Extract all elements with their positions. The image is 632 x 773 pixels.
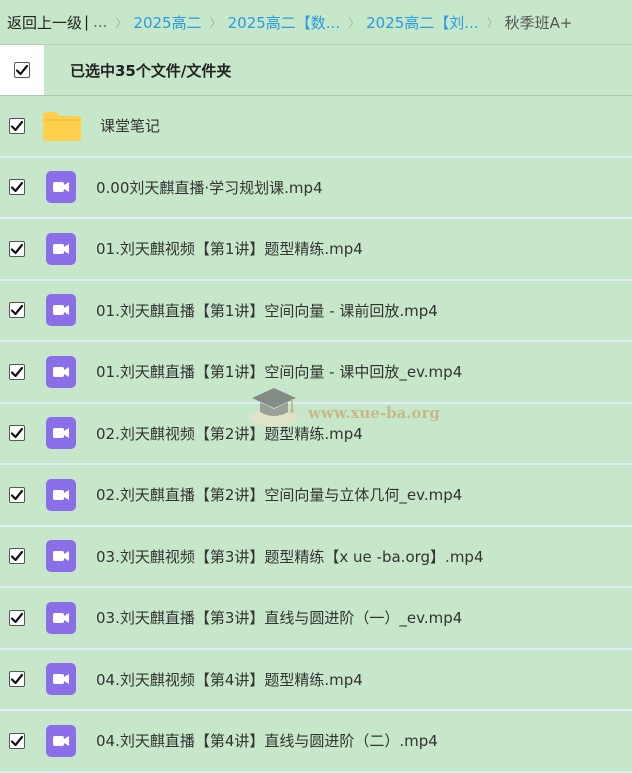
video-file-icon: [45, 601, 77, 634]
breadcrumb-item-2[interactable]: 2025高二【数...: [228, 12, 340, 33]
file-name[interactable]: 01.刘天麒视频【第1讲】题型精练.mp4: [96, 238, 363, 259]
file-list: 课堂笔记 0.00刘天麒直播·学习规划课.mp4 01.刘天麒视频【第1讲】题型精练…: [0, 96, 632, 773]
breadcrumb-separator: |: [84, 13, 90, 31]
breadcrumb: 返回上一级 | ... 〉 2025高二 〉 2025高二【数... 〉 202…: [0, 0, 632, 45]
file-name[interactable]: 课堂笔记: [100, 115, 160, 136]
checkmark-icon: [10, 305, 24, 316]
file-checkbox[interactable]: [9, 732, 25, 749]
breadcrumb-item-3[interactable]: 2025高二【刘...: [366, 12, 478, 33]
file-row[interactable]: 03.刘天麒视频【第3讲】题型精练【x ue -ba.org】.mp4: [0, 527, 632, 588]
file-name[interactable]: 03.刘天麒直播【第3讲】直线与圆进阶（一）_ev.mp4: [96, 607, 462, 628]
folder-icon: [43, 110, 81, 142]
video-file-icon: [45, 724, 77, 757]
back-link[interactable]: 返回上一级: [7, 12, 82, 33]
selection-count: 已选中35个文件/文件夹: [70, 61, 232, 80]
file-row[interactable]: 0.00刘天麒直播·学习规划课.mp4: [0, 158, 632, 219]
file-name[interactable]: 0.00刘天麒直播·学习规划课.mp4: [96, 177, 323, 198]
checkmark-icon: [10, 182, 24, 193]
file-checkbox[interactable]: [9, 363, 25, 380]
select-all-area: [0, 45, 44, 95]
breadcrumb-current: 秋季班A+: [504, 13, 573, 32]
checkmark-icon: [10, 243, 24, 254]
file-row[interactable]: 02.刘天麒视频【第2讲】题型精练.mp4: [0, 404, 632, 465]
file-checkbox[interactable]: [9, 117, 25, 134]
video-file-icon: [45, 355, 77, 388]
file-name[interactable]: 01.刘天麒直播【第1讲】空间向量 - 课前回放.mp4: [96, 300, 438, 321]
checkmark-icon: [10, 735, 24, 746]
file-name[interactable]: 02.刘天麒直播【第2讲】空间向量与立体几何_ev.mp4: [96, 484, 462, 505]
file-checkbox[interactable]: [9, 425, 25, 442]
file-name[interactable]: 03.刘天麒视频【第3讲】题型精练【x ue -ba.org】.mp4: [96, 546, 484, 567]
file-row[interactable]: 课堂笔记: [0, 96, 632, 158]
file-row[interactable]: 04.刘天麒直播【第4讲】直线与圆进阶（二）.mp4: [0, 711, 632, 773]
video-file-icon: [45, 663, 77, 696]
video-file-icon: [45, 417, 77, 450]
chevron-right-icon: 〉: [486, 15, 499, 30]
file-row[interactable]: 03.刘天麒直播【第3讲】直线与圆进阶（一）_ev.mp4: [0, 588, 632, 650]
file-name[interactable]: 04.刘天麒视频【第4讲】题型精练.mp4: [96, 669, 363, 690]
chevron-right-icon: 〉: [115, 15, 128, 30]
video-file-icon: [45, 478, 77, 511]
video-file-icon: [45, 540, 77, 573]
file-checkbox[interactable]: [9, 609, 25, 626]
video-file-icon: [45, 171, 77, 204]
checkmark-icon: [10, 551, 24, 562]
file-name[interactable]: 01.刘天麒直播【第1讲】空间向量 - 课中回放_ev.mp4: [96, 361, 462, 382]
file-row[interactable]: 02.刘天麒直播【第2讲】空间向量与立体几何_ev.mp4: [0, 465, 632, 527]
file-name[interactable]: 02.刘天麒视频【第2讲】题型精练.mp4: [96, 423, 363, 444]
file-row[interactable]: 01.刘天麒直播【第1讲】空间向量 - 课前回放.mp4: [0, 281, 632, 342]
file-checkbox[interactable]: [9, 671, 25, 688]
breadcrumb-item-1[interactable]: 2025高二: [133, 12, 201, 33]
file-row[interactable]: 01.刘天麒视频【第1讲】题型精练.mp4: [0, 219, 632, 281]
file-name[interactable]: 04.刘天麒直播【第4讲】直线与圆进阶（二）.mp4: [96, 730, 438, 751]
checkmark-icon: [10, 120, 24, 131]
file-checkbox[interactable]: [9, 486, 25, 503]
checkmark-icon: [10, 674, 24, 685]
checkmark-icon: [10, 612, 24, 623]
checkmark-icon: [15, 64, 29, 76]
selection-bar: 已选中35个文件/文件夹: [0, 45, 632, 96]
breadcrumb-ellipsis[interactable]: ...: [93, 13, 107, 31]
file-checkbox[interactable]: [9, 240, 25, 257]
checkmark-icon: [10, 428, 24, 439]
file-checkbox[interactable]: [9, 179, 25, 196]
chevron-right-icon: 〉: [348, 15, 361, 30]
file-row[interactable]: 04.刘天麒视频【第4讲】题型精练.mp4: [0, 650, 632, 711]
file-row[interactable]: 01.刘天麒直播【第1讲】空间向量 - 课中回放_ev.mp4: [0, 342, 632, 404]
file-checkbox[interactable]: [9, 548, 25, 565]
video-file-icon: [45, 232, 77, 265]
chevron-right-icon: 〉: [209, 15, 222, 30]
checkmark-icon: [10, 366, 24, 377]
file-checkbox[interactable]: [9, 302, 25, 319]
checkmark-icon: [10, 489, 24, 500]
video-file-icon: [45, 294, 77, 327]
select-all-checkbox[interactable]: [14, 62, 30, 78]
